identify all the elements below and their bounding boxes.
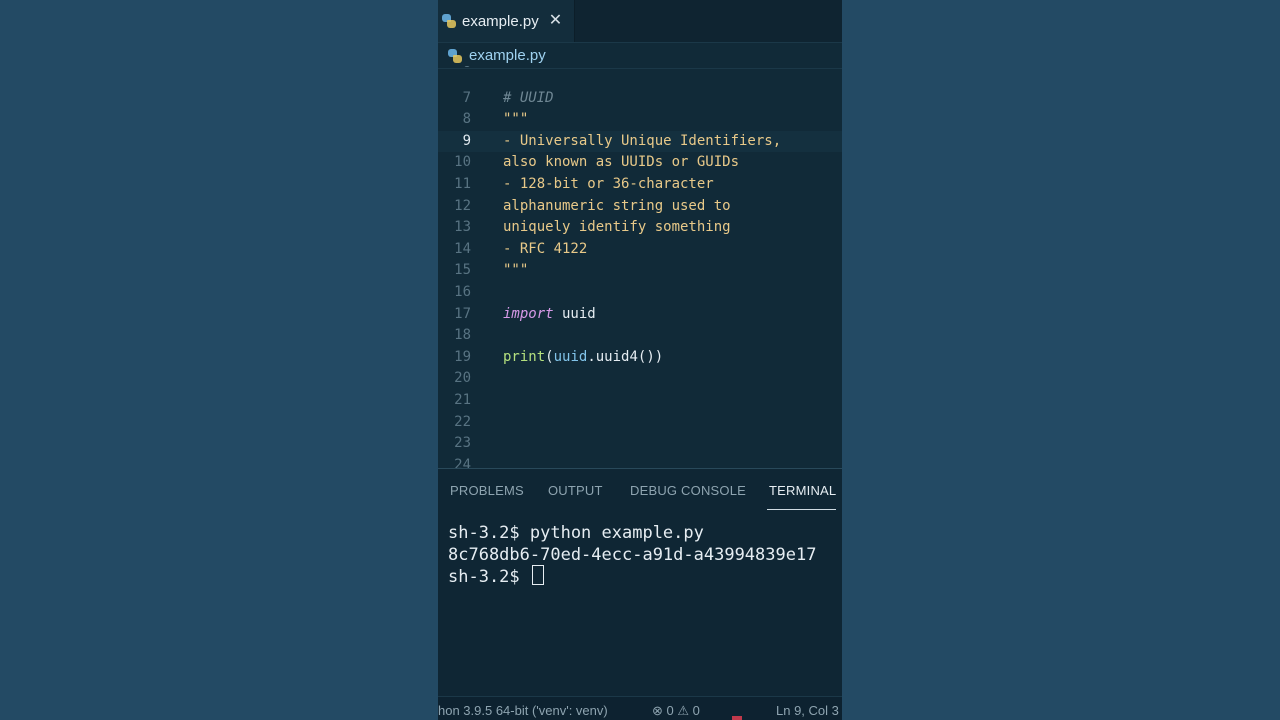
editor-tab-bar: example.py ✕ [438,0,842,43]
line-number: 11 [454,176,471,192]
code-token: # UUID [503,89,554,106]
vscode-window: example.py ✕ example.py 6 7 # UUID 8 """ 9 - U… [438,0,842,720]
code-line[interactable]: 13 uniquely identify something [438,217,842,238]
code-line[interactable]: 19 print(uuid.uuid4()) [438,347,842,368]
error-icon: ⊗ [652,703,663,718]
line-number: 6 [438,66,471,74]
problems-status[interactable]: ⊗ 0 ⚠ 0 [652,703,700,719]
code-token: also known as UUIDs or GUIDs [503,154,740,171]
code-token: .uuid4()) [587,348,664,365]
code-token: - Universally Unique Identifiers, [503,132,782,149]
line-number: 17 [454,305,471,322]
code-line[interactable]: 17 import uuid [438,304,842,325]
line-number: 9 [462,132,471,149]
code-token: - 128-bit or 36-character [503,176,714,192]
terminal-prompt: sh-3.2$ [448,567,530,587]
line-number: 16 [454,284,471,300]
error-count: 0 [666,703,674,718]
status-accent [732,716,742,720]
line-number: 22 [454,413,471,430]
status-bar: hon 3.9.5 64-bit ('venv': venv) ⊗ 0 ⚠ 0 … [438,696,842,720]
code-text: - 128-bit or 36-character [503,174,714,195]
code-text: uniquely identify something [503,217,731,238]
python-file-icon [448,48,462,63]
code-line[interactable]: 10 also known as UUIDs or GUIDs [438,152,842,173]
code-token: - RFC 4122 [503,240,588,257]
code-text: also known as UUIDs or GUIDs [503,152,739,173]
tab-example-py[interactable]: example.py ✕ [438,0,575,42]
line-number: 13 [454,219,471,236]
code-text: - RFC 4122 [503,239,587,260]
code-text: import uuid [503,304,596,325]
code-line[interactable]: 21 [438,390,842,411]
background-right [842,0,1280,720]
code-line[interactable]: 20 [438,368,842,389]
code-token: """ [503,262,529,279]
code-token: uuid [553,348,588,365]
line-number: 18 [454,327,471,344]
code-token: alphanumeric string used to [503,197,731,214]
warning-icon: ⚠ [677,703,690,718]
close-icon[interactable]: ✕ [549,13,562,29]
line-number: 7 [462,89,471,106]
cursor-position-status[interactable]: Ln 9, Col 3 [776,703,839,718]
code-line[interactable]: 7 # UUID [438,88,842,109]
code-token: uniquely identify something [503,219,731,236]
code-line[interactable]: 6 [438,66,842,74]
code-line[interactable]: 18 [438,325,842,346]
code-line[interactable]: 22 [438,412,842,433]
terminal-line: 8c768db6-70ed-4ecc-a91d-a43994839e17 [448,545,817,565]
line-number: 20 [454,370,471,387]
tab-label: example.py [462,12,539,30]
code-text: """ [503,260,528,281]
code-line[interactable]: 14 - RFC 4122 [438,239,842,260]
code-line[interactable]: 9 - Universally Unique Identifiers, [438,130,842,152]
code-token: import [503,305,554,322]
code-line[interactable]: 8 """ [438,109,842,130]
code-text: - Universally Unique Identifiers, [503,131,781,152]
tab-output[interactable]: OUTPUT [548,483,603,498]
code-text: print(uuid.uuid4()) [503,347,663,368]
line-number: 21 [454,392,471,408]
line-number: 12 [454,197,471,214]
line-number: 10 [454,154,471,171]
warning-count: 0 [692,703,700,718]
code-text: """ [503,109,528,130]
line-number: 15 [454,262,471,279]
line-number: 8 [462,111,471,128]
python-file-icon [442,14,456,28]
tab-terminal[interactable]: TERMINAL [769,483,836,498]
code-text: alphanumeric string used to [503,196,731,217]
code-token: uuid [553,305,596,322]
code-line[interactable]: 15 """ [438,260,842,281]
terminal-prompt-line[interactable]: sh-3.2$ [448,565,544,588]
code-line[interactable]: 11 - 128-bit or 36-character [438,174,842,195]
terminal-line: sh-3.2$ python example.py [448,523,704,543]
python-interpreter-status[interactable]: hon 3.9.5 64-bit ('venv': venv) [438,703,608,718]
code-text: # UUID [503,88,554,109]
code-line[interactable]: 16 [438,282,842,303]
code-line[interactable]: 12 alphanumeric string used to [438,196,842,217]
code-token: """ [503,111,529,128]
background-left [0,0,438,720]
active-tab-indicator [767,509,836,510]
line-number: 14 [454,240,471,257]
code-editor[interactable]: 6 7 # UUID 8 """ 9 - Universally Unique Identi… [438,66,842,473]
code-token: ( [545,348,554,365]
tab-problems[interactable]: PROBLEMS [450,483,524,498]
code-token: print [503,348,546,365]
line-number: 19 [454,348,471,365]
tab-debug-console[interactable]: DEBUG CONSOLE [630,483,746,498]
bottom-panel: PROBLEMS OUTPUT DEBUG CONSOLE TERMINAL s… [438,468,842,697]
breadcrumb-file[interactable]: example.py [469,47,546,64]
code-line[interactable]: 23 [438,433,842,454]
terminal-cursor [531,565,544,585]
line-number: 23 [454,435,471,452]
